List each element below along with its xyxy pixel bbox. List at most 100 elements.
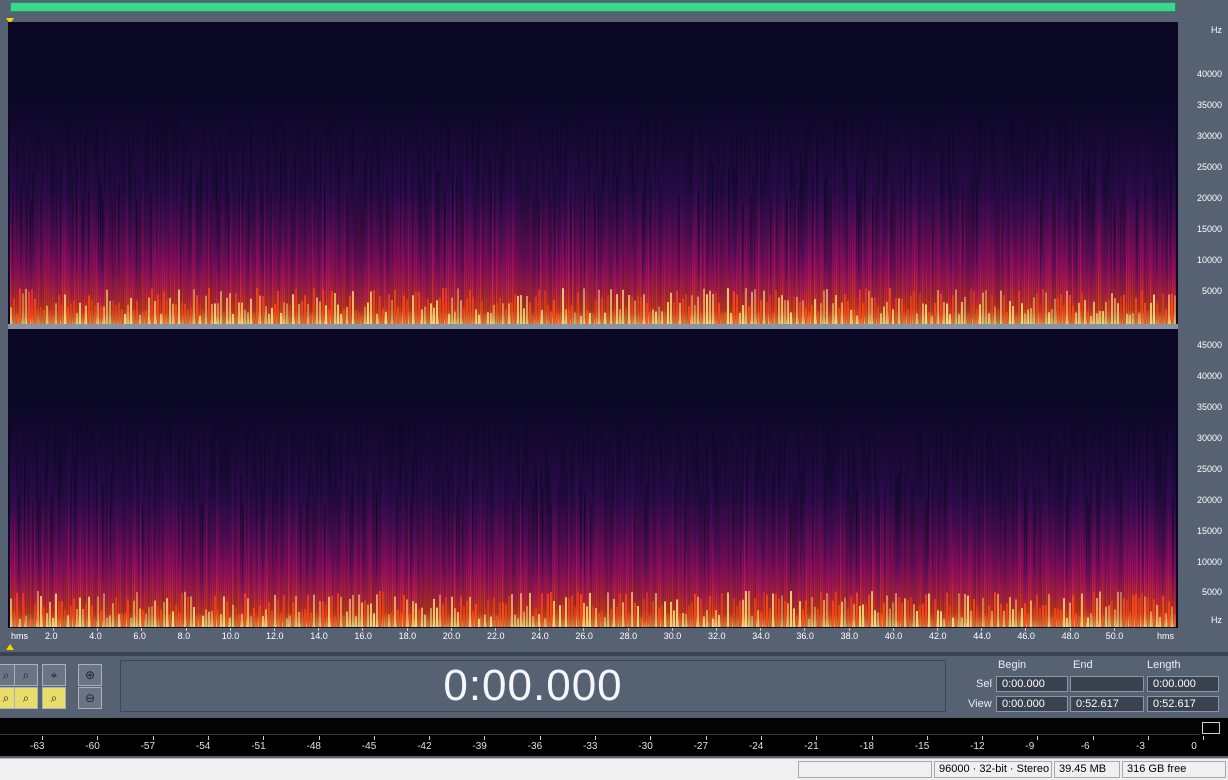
spectral-column <box>836 61 838 324</box>
zoom-full-button[interactable]: ⌖ <box>42 664 66 686</box>
spectral-column <box>498 365 500 627</box>
spectral-peak <box>829 315 831 324</box>
overview-range-bar[interactable] <box>10 2 1176 12</box>
spectral-column <box>806 115 808 324</box>
spectrogram-channel-right[interactable] <box>10 329 1176 627</box>
spectral-peak <box>772 313 774 324</box>
spectral-peak <box>682 612 684 627</box>
spectral-column <box>722 397 724 627</box>
spectral-column <box>1112 90 1114 324</box>
spectral-peak <box>1099 591 1101 627</box>
spectral-column <box>1112 344 1114 627</box>
sel-length-field[interactable]: 0:00.000 <box>1147 676 1219 692</box>
view-begin-field[interactable]: 0:00.000 <box>996 696 1068 712</box>
spectral-column <box>552 104 554 324</box>
spectral-peak <box>790 312 792 324</box>
spectral-peak <box>976 309 978 324</box>
spectral-peak <box>223 311 225 324</box>
spectral-peak <box>874 297 876 324</box>
zoom-to-right-button[interactable]: ⌕ <box>14 687 38 709</box>
zoom-out-vertical-button[interactable]: ⊖ <box>78 687 102 709</box>
level-meter-clip-indicator[interactable] <box>1202 722 1220 734</box>
spectral-peak <box>460 300 462 324</box>
overview-panel[interactable] <box>8 0 1178 15</box>
spectral-column <box>916 57 918 324</box>
spectral-peak <box>832 303 834 324</box>
spectral-column <box>194 36 196 324</box>
spectral-column <box>650 181 652 324</box>
spectral-column <box>490 443 492 627</box>
spectral-peak <box>937 290 939 324</box>
spectral-column <box>434 106 436 324</box>
spectral-column <box>846 489 848 627</box>
spectral-column <box>1140 47 1142 324</box>
spectral-column <box>880 357 882 627</box>
spectral-peak <box>718 614 720 627</box>
spectral-column <box>68 337 70 627</box>
spectral-peak <box>1018 290 1020 324</box>
spectral-peak <box>442 604 444 627</box>
spectral-peak <box>97 302 99 324</box>
spectral-column <box>1094 138 1096 324</box>
spectral-peak <box>703 288 705 324</box>
spectral-peak <box>304 608 306 627</box>
spectral-column <box>696 412 698 627</box>
spectral-peak <box>178 289 180 324</box>
spectral-column <box>948 130 950 324</box>
cursor-marker-bottom[interactable] <box>6 644 14 650</box>
sel-label: Sel <box>976 678 992 690</box>
zoom-selection-button[interactable]: ⌕ <box>42 687 66 709</box>
spectral-column <box>328 68 330 324</box>
spectral-column <box>922 441 924 627</box>
spectral-column <box>808 67 810 324</box>
spectral-peak <box>1114 298 1116 324</box>
spectral-peak <box>247 598 249 627</box>
spectral-column <box>1158 445 1160 627</box>
time-ruler[interactable]: hms hms 2.0 4.0 6.0 8.0 10.0 12.0 14.0 16.0 18.0… <box>8 628 1178 644</box>
spectral-column <box>1052 365 1054 627</box>
spectral-column <box>288 341 290 627</box>
time-tick-mark <box>539 628 541 631</box>
zoom-out-horizontal-button[interactable]: ⌕ <box>14 664 38 686</box>
spectral-column <box>488 402 490 627</box>
spectral-peak <box>985 616 987 627</box>
spectral-peak <box>409 312 411 324</box>
spectral-peak <box>1096 597 1098 627</box>
spectral-peak <box>298 303 300 324</box>
spectral-peak <box>514 294 516 324</box>
spectral-column <box>24 458 26 627</box>
spectral-column <box>768 437 770 627</box>
spectral-peak <box>973 599 975 627</box>
time-tick-mark <box>141 628 143 631</box>
spectral-peak <box>1036 293 1038 324</box>
spectral-column <box>214 144 216 324</box>
spectral-peak <box>127 304 129 324</box>
spectral-column <box>234 457 236 627</box>
spectral-column <box>354 197 356 324</box>
spectral-peak <box>325 305 327 324</box>
sel-end-field[interactable] <box>1070 676 1144 692</box>
spectral-column <box>300 133 302 324</box>
view-end-field[interactable]: 0:52.617 <box>1070 696 1144 712</box>
channel-divider <box>8 324 1178 329</box>
spectral-peak <box>58 601 60 627</box>
spectral-peak <box>607 592 609 627</box>
view-length-field[interactable]: 0:52.617 <box>1147 696 1219 712</box>
spectral-peak <box>250 298 252 324</box>
zoom-in-vertical-button[interactable]: ⊕ <box>78 664 102 686</box>
spectral-column <box>208 493 210 627</box>
spectral-peak <box>868 290 870 324</box>
spectral-column <box>1096 41 1098 324</box>
spectral-column <box>596 98 598 324</box>
spectral-column <box>92 38 94 324</box>
spectral-column <box>1000 62 1002 324</box>
spectral-column <box>746 56 748 324</box>
spectral-peak <box>97 596 99 627</box>
spectral-column <box>1134 380 1136 627</box>
spectral-peak <box>1141 592 1143 627</box>
sel-begin-field[interactable]: 0:00.000 <box>996 676 1068 692</box>
spectral-peak <box>952 294 954 324</box>
spectral-peak <box>916 313 918 324</box>
spectral-column <box>186 365 188 627</box>
spectrogram-channel-left[interactable] <box>10 26 1176 324</box>
